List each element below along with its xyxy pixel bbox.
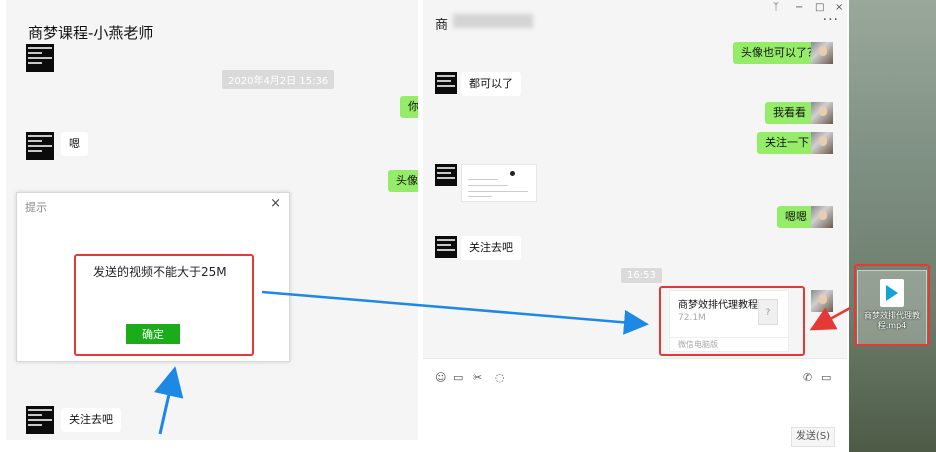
blue-arrow-to-dialog xyxy=(154,366,184,435)
blue-arrow-to-file xyxy=(261,290,649,335)
annotation-arrows xyxy=(154,290,851,435)
red-arrow-to-file xyxy=(809,306,851,331)
